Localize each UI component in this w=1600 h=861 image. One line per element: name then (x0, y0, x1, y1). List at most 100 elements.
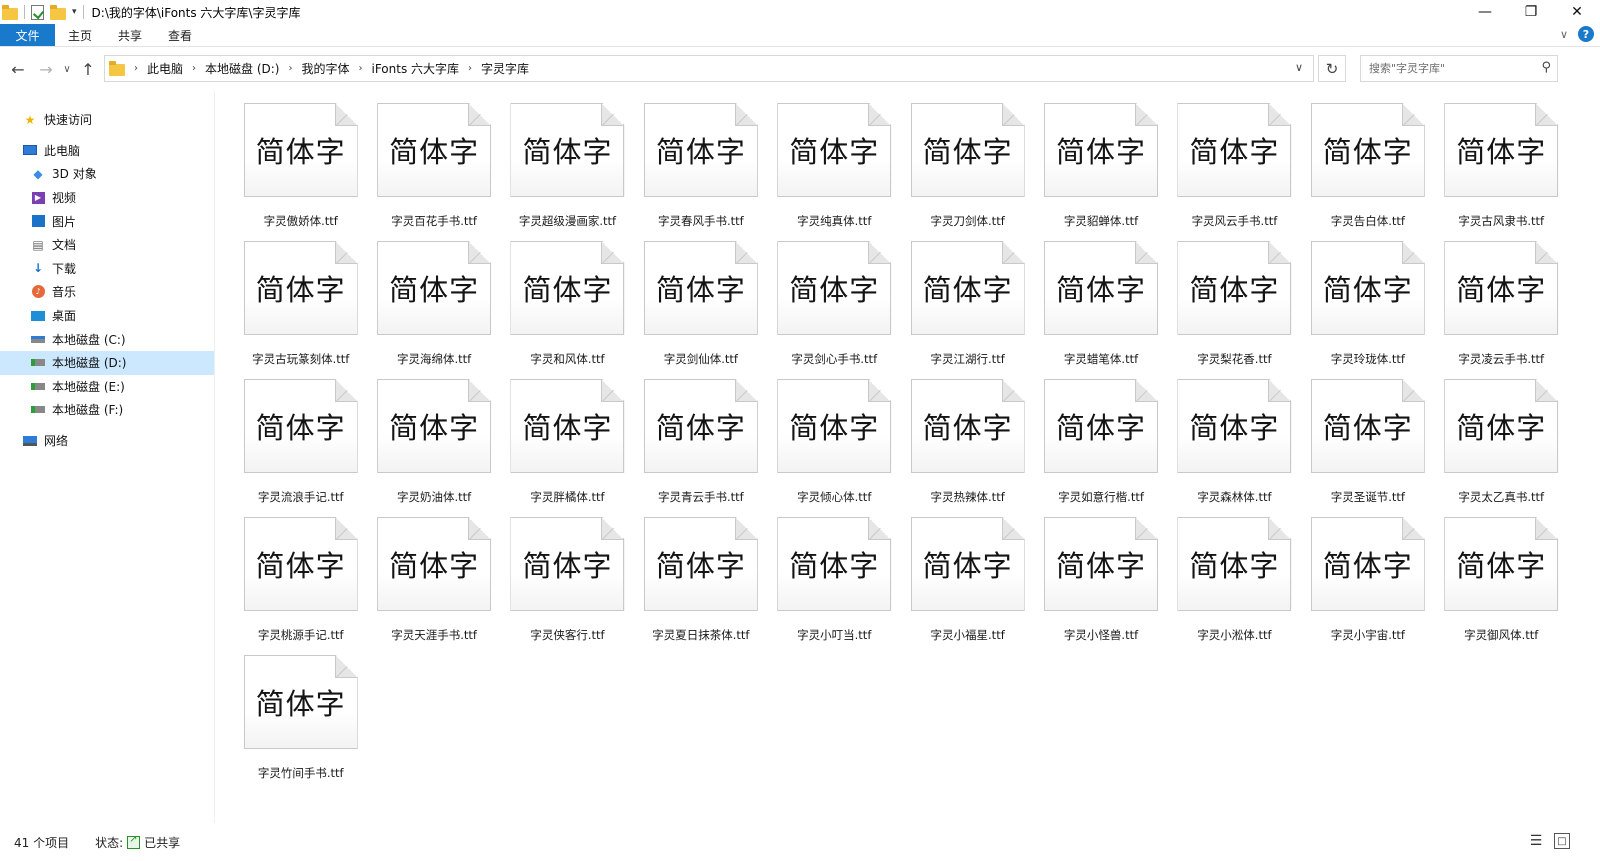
search-box[interactable]: ⚲ (1360, 55, 1558, 82)
sidebar-item-quick-access[interactable]: ★ 快速访问 (0, 108, 214, 132)
file-item[interactable]: 简体字 字灵小叮当.ttf (768, 517, 901, 655)
file-item[interactable]: 简体字 字灵梨花香.ttf (1168, 241, 1301, 379)
chevron-right-icon[interactable]: › (131, 63, 141, 74)
file-item[interactable]: 简体字 字灵江湖行.ttf (901, 241, 1034, 379)
sidebar-item-drive-e[interactable]: 本地磁盘 (E:) (0, 375, 214, 399)
minimize-button[interactable]: — (1462, 0, 1508, 24)
file-item[interactable]: 简体字 字灵超级漫画家.ttf (501, 103, 634, 241)
file-item[interactable]: 简体字 字灵古玩篆刻体.ttf (234, 241, 367, 379)
up-button[interactable]: ↑ (74, 55, 102, 83)
forward-button[interactable]: → (32, 55, 60, 83)
file-item[interactable]: 简体字 字灵百花手书.ttf (367, 103, 500, 241)
file-item[interactable]: 简体字 字灵风云手书.ttf (1168, 103, 1301, 241)
sidebar-item-documents[interactable]: ▤ 文档 (0, 233, 214, 257)
address-bar[interactable]: › 此电脑 › 本地磁盘 (D:) › 我的字体 › iFonts 六大字库 ›… (104, 55, 1314, 82)
sidebar-item-downloads[interactable]: ↓ 下载 (0, 257, 214, 281)
sidebar-item-music[interactable]: ♪ 音乐 (0, 280, 214, 304)
file-item[interactable]: 简体字 字灵御风体.ttf (1435, 517, 1568, 655)
font-file-thumbnail: 简体字 (1311, 379, 1425, 473)
file-item[interactable]: 简体字 字灵貂蝉体.ttf (1034, 103, 1167, 241)
tab-home[interactable]: 主页 (55, 24, 105, 46)
file-item[interactable]: 简体字 字灵热辣体.ttf (901, 379, 1034, 517)
breadcrumb-this-pc[interactable]: 此电脑 (141, 60, 189, 77)
file-item[interactable]: 简体字 字灵古风隶书.ttf (1435, 103, 1568, 241)
expand-ribbon-icon[interactable]: ∨ (1560, 28, 1568, 41)
search-input[interactable] (1369, 62, 1529, 75)
file-item[interactable]: 简体字 字灵刀剑体.ttf (901, 103, 1034, 241)
chevron-down-icon[interactable]: ∨ (1295, 61, 1303, 74)
chevron-right-icon[interactable]: › (356, 63, 366, 74)
page-fold-icon (1135, 380, 1157, 402)
file-item[interactable]: 简体字 字灵森林体.ttf (1168, 379, 1301, 517)
breadcrumb-my-fonts[interactable]: 我的字体 (295, 60, 355, 77)
file-item[interactable]: 简体字 字灵小宇宙.ttf (1301, 517, 1434, 655)
tab-view[interactable]: 查看 (155, 24, 205, 46)
tab-share[interactable]: 共享 (105, 24, 155, 46)
file-item[interactable]: 简体字 字灵太乙真书.ttf (1435, 379, 1568, 517)
file-list-view[interactable]: 简体字 字灵傲娇体.ttf 简体字 字灵百花手书.ttf 简体字 字灵超级漫画家.ttf 简… (216, 91, 1600, 823)
file-item[interactable]: 简体字 字灵春风手书.ttf (634, 103, 767, 241)
new-folder-icon[interactable] (50, 5, 66, 20)
tab-file[interactable]: 文件 (0, 24, 55, 46)
file-item[interactable]: 简体字 字灵凌云手书.ttf (1435, 241, 1568, 379)
file-name: 字灵青云手书.ttf (658, 490, 744, 504)
file-item[interactable]: 简体字 字灵奶油体.ttf (367, 379, 500, 517)
maximize-button[interactable]: ❐ (1508, 0, 1554, 24)
file-item[interactable]: 简体字 字灵桃源手记.ttf (234, 517, 367, 655)
file-item[interactable]: 简体字 字灵玲珑体.ttf (1301, 241, 1434, 379)
help-icon[interactable]: ? (1578, 26, 1594, 42)
refresh-button[interactable]: ↻ (1318, 55, 1346, 82)
file-item[interactable]: 简体字 字灵青云手书.ttf (634, 379, 767, 517)
file-item[interactable]: 简体字 字灵倾心体.ttf (768, 379, 901, 517)
file-name: 字灵桃源手记.ttf (257, 628, 344, 642)
file-item[interactable]: 简体字 字灵流浪手记.ttf (234, 379, 367, 517)
file-item[interactable]: 简体字 字灵胖橘体.ttf (501, 379, 634, 517)
file-item[interactable]: 简体字 字灵小淞体.ttf (1168, 517, 1301, 655)
file-item[interactable]: 简体字 字灵纯真体.ttf (768, 103, 901, 241)
font-sample-text: 简体字 (789, 135, 880, 169)
back-button[interactable]: ← (4, 55, 32, 83)
file-item[interactable]: 简体字 字灵剑心手书.ttf (768, 241, 901, 379)
file-item[interactable]: 简体字 字灵天涯手书.ttf (367, 517, 500, 655)
file-item[interactable]: 简体字 字灵蜡笔体.ttf (1034, 241, 1167, 379)
file-item[interactable]: 简体字 字灵小怪兽.ttf (1034, 517, 1167, 655)
file-name: 字灵梨花香.ttf (1197, 352, 1272, 366)
search-icon[interactable]: ⚲ (1541, 60, 1551, 75)
file-item[interactable]: 简体字 字灵告白体.ttf (1301, 103, 1434, 241)
breadcrumb-ziling[interactable]: 字灵字库 (475, 60, 535, 77)
file-item[interactable]: 简体字 字灵剑仙体.ttf (634, 241, 767, 379)
chevron-right-icon[interactable]: › (465, 63, 475, 74)
sidebar-item-drive-f[interactable]: 本地磁盘 (F:) (0, 398, 214, 422)
file-item[interactable]: 简体字 字灵夏日抹茶体.ttf (634, 517, 767, 655)
file-item[interactable]: 简体字 字灵小福星.ttf (901, 517, 1034, 655)
file-item[interactable]: 简体字 字灵如意行楷.ttf (1034, 379, 1167, 517)
file-item[interactable]: 简体字 字灵圣诞节.ttf (1301, 379, 1434, 517)
page-fold-icon (1135, 518, 1157, 540)
sidebar-item-videos[interactable]: ▶ 视频 (0, 186, 214, 210)
sidebar-item-network[interactable]: 网络 (0, 429, 214, 453)
sidebar-item-3d-objects[interactable]: ◆ 3D 对象 (0, 162, 214, 186)
sidebar-item-drive-c[interactable]: 本地磁盘 (C:) (0, 327, 214, 351)
file-item[interactable]: 简体字 字灵和风体.ttf (501, 241, 634, 379)
properties-icon[interactable] (31, 4, 44, 20)
close-button[interactable]: ✕ (1554, 0, 1600, 24)
page-fold-icon (1002, 380, 1024, 402)
file-item[interactable]: 简体字 字灵侠客行.ttf (501, 517, 634, 655)
file-item[interactable]: 简体字 字灵傲娇体.ttf (234, 103, 367, 241)
chevron-right-icon[interactable]: › (285, 63, 295, 74)
customize-toolbar-icon[interactable]: ▾ (72, 7, 77, 17)
details-view-icon[interactable]: ☰ (1528, 833, 1544, 849)
file-item[interactable]: 简体字 字灵海绵体.ttf (367, 241, 500, 379)
breadcrumb-drive-d[interactable]: 本地磁盘 (D:) (199, 60, 285, 77)
font-file-thumbnail: 简体字 (1177, 517, 1291, 611)
sidebar-item-this-pc[interactable]: 此电脑 (0, 139, 214, 163)
sidebar-item-desktop[interactable]: 桌面 (0, 304, 214, 328)
breadcrumb-ifonts[interactable]: iFonts 六大字库 (366, 60, 466, 77)
large-icons-view-icon[interactable]: □ (1554, 833, 1570, 849)
file-item[interactable]: 简体字 字灵竹间手书.ttf (234, 655, 367, 793)
recent-locations-button[interactable]: ∨ (60, 55, 74, 83)
sidebar-item-drive-d[interactable]: 本地磁盘 (D:) (0, 350, 214, 375)
sidebar-item-pictures[interactable]: 图片 (0, 209, 214, 233)
chevron-right-icon[interactable]: › (189, 63, 199, 74)
font-sample-text: 简体字 (1322, 135, 1413, 169)
